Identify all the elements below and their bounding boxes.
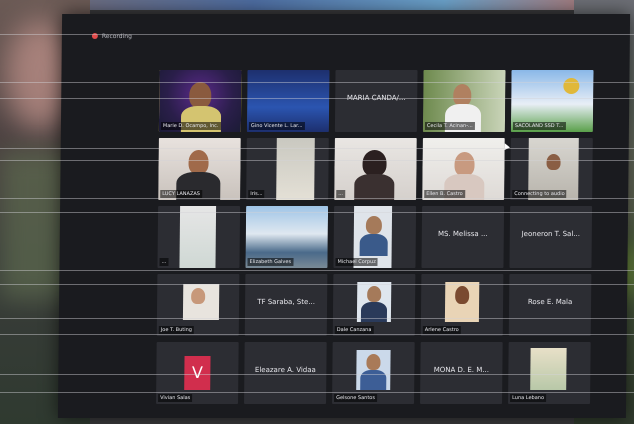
participant-name: Ellen B. Castro (424, 190, 465, 198)
participant-tile[interactable]: V Vivian Salas (156, 342, 239, 404)
participant-tile[interactable]: Connecting to audio (510, 138, 593, 200)
participant-tile[interactable]: Joe T. Buting (156, 274, 240, 336)
window-title: Recording (101, 32, 132, 40)
participant-name: MONA D. E. M... (433, 366, 490, 374)
participant-name: LUCY LANAZAS (160, 190, 203, 198)
participant-tile[interactable]: Michael Corpuz (333, 206, 417, 268)
participant-name: MS. Melissa ... (437, 230, 488, 238)
participant-name: Luna Lebano (510, 394, 547, 402)
participant-name: Marie D. Ocampo, Inc. (160, 122, 221, 130)
participant-tile[interactable]: MARIA CANDA/... (334, 70, 418, 132)
participant-name: Elizabeth Galves (247, 258, 294, 266)
participant-tile[interactable]: MS. Melissa ... (421, 206, 505, 268)
participant-grid: Marie D. Ocampo, Inc. Gino Vicente L. La… (156, 70, 594, 406)
participant-tile[interactable]: SACOLAND SSD T... (510, 70, 594, 132)
participant-name: Michael Corpuz (335, 258, 378, 266)
participant-name: Gino Vicente L. Lar... (248, 122, 305, 130)
participant-name: TF Saraba, Ste... (257, 298, 316, 306)
participant-name: Gelsone Santos (334, 394, 378, 402)
participant-name: ... (336, 190, 346, 198)
participant-tile[interactable]: Arlene Castro (420, 274, 504, 336)
participant-name: SACOLAND SSD T... (512, 122, 566, 130)
participant-name: ... (159, 258, 169, 266)
participant-tile[interactable]: LUCY LANAZAS (158, 138, 241, 200)
participant-name: Rose E. Mala (527, 298, 573, 306)
participant-name: Arlene Castro (422, 326, 461, 334)
participant-name: Vivian Salas (158, 394, 193, 402)
record-icon (91, 33, 98, 39)
participant-tile[interactable]: Gelsone Santos (332, 342, 415, 404)
participant-tile[interactable]: MONA D. E. M... (420, 342, 503, 404)
participant-name: Iris... (248, 190, 265, 198)
avatar: V (184, 356, 211, 390)
participant-tile[interactable]: TF Saraba, Ste... (244, 274, 328, 336)
participant-tile[interactable]: Eleazare A. Vidaa (244, 342, 327, 404)
participant-name: Dale Canzana (334, 326, 374, 334)
participant-name: Joe T. Buting (158, 326, 194, 334)
participant-tile[interactable]: Elizabeth Galves (245, 206, 329, 268)
participant-name: Eleazare A. Vidaa (254, 366, 316, 374)
participant-name: Connecting to audio (512, 190, 567, 198)
participant-tile[interactable]: Luna Lebano (508, 342, 591, 404)
recording-indicator: Recording (91, 30, 132, 42)
laptop-screen: Recording Marie D. Ocampo, Inc. Gino Vic… (57, 14, 631, 418)
participant-tile[interactable]: Gino Vicente L. Lar... (246, 70, 330, 132)
participant-tile[interactable]: Dale Canzana (332, 274, 416, 336)
participant-tile[interactable]: ... (334, 138, 417, 200)
participant-tile[interactable]: Rose E. Mala (508, 274, 592, 336)
participant-name: Jeoneron T. Sal... (521, 230, 581, 238)
participant-name: Cecila T. Acinan-... (424, 122, 475, 130)
background-top (0, 0, 634, 10)
participant-tile[interactable]: Jeoneron T. Sal... (509, 206, 593, 268)
participant-name: MARIA CANDA/... (346, 94, 406, 102)
participant-tile[interactable]: Marie D. Ocampo, Inc. (158, 70, 242, 132)
participant-tile[interactable]: ... (157, 206, 241, 268)
participant-tile[interactable]: Iris... (246, 138, 329, 200)
participant-tile[interactable]: Ellen B. Castro (422, 138, 505, 200)
participant-tile[interactable]: Cecila T. Acinan-... (422, 70, 506, 132)
